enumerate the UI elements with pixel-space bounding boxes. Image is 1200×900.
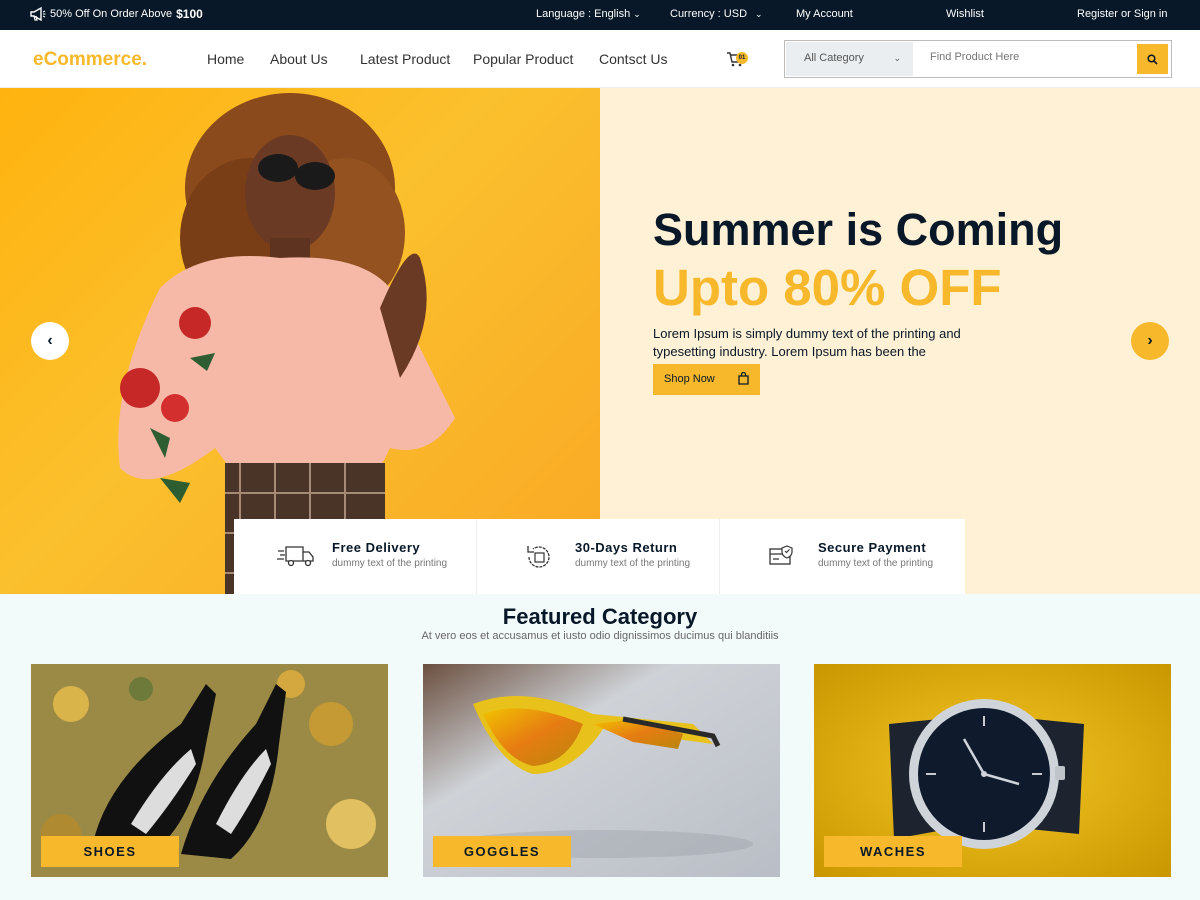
top-bar: 50% Off On Order Above $100 Language : E… bbox=[0, 0, 1200, 30]
wishlist-link[interactable]: Wishlist bbox=[946, 8, 984, 20]
megaphone-icon bbox=[30, 7, 46, 21]
hero-title: Summer is Coming bbox=[653, 204, 1064, 255]
nav-latest-product[interactable]: Latest Product bbox=[360, 51, 450, 67]
slider-prev-button[interactable]: ‹ bbox=[31, 322, 69, 360]
search-button[interactable] bbox=[1137, 44, 1168, 74]
register-signin-link[interactable]: Register or Sign in bbox=[1077, 8, 1168, 20]
nav-contact-us[interactable]: Contsct Us bbox=[599, 51, 667, 67]
featured-category-subtitle: At vero eos et accusamus et iusto odio d… bbox=[421, 630, 779, 642]
chevron-right-icon: › bbox=[1147, 332, 1153, 349]
feature-30-days-return: 30-Days Return dummy text of the printin… bbox=[477, 519, 720, 594]
cart-count-badge: 01 bbox=[736, 52, 748, 64]
features-strip: Free Delivery dummy text of the printing… bbox=[234, 519, 965, 594]
shopping-bag-icon bbox=[738, 372, 749, 385]
chevron-left-icon: ‹ bbox=[47, 332, 53, 349]
nav-popular-product[interactable]: Popular Product bbox=[473, 51, 573, 67]
search-bar: All Category ⌄ bbox=[784, 40, 1172, 78]
search-input[interactable] bbox=[930, 51, 1130, 63]
promo-banner: 50% Off On Order Above $100 bbox=[30, 7, 203, 21]
currency-select[interactable]: Currency : USD ⌄ bbox=[670, 8, 763, 20]
slider-next-button[interactable]: › bbox=[1131, 322, 1169, 360]
category-card-shoes[interactable]: SHOES bbox=[31, 664, 388, 877]
category-label-goggles: GOGGLES bbox=[433, 836, 571, 867]
search-icon bbox=[1147, 53, 1158, 65]
nav-home[interactable]: Home bbox=[207, 51, 244, 67]
featured-category-title: Featured Category bbox=[502, 604, 698, 629]
nav-about-us[interactable]: About Us bbox=[270, 51, 328, 67]
secure-payment-icon bbox=[769, 545, 793, 565]
chevron-down-icon: ⌄ bbox=[893, 53, 901, 63]
hero-description: Lorem Ipsum is simply dummy text of the … bbox=[653, 326, 961, 359]
truck-icon bbox=[277, 546, 314, 567]
promo-amount: $100 bbox=[176, 7, 203, 21]
my-account-link[interactable]: My Account bbox=[796, 8, 853, 20]
shop-now-button[interactable]: Shop Now bbox=[653, 364, 760, 395]
category-card-watches[interactable]: WACHES bbox=[814, 664, 1171, 877]
hero-content: Summer is Coming Upto 80% OFF Lorem Ipsu… bbox=[653, 203, 1133, 395]
feature-free-delivery: Free Delivery dummy text of the printing bbox=[234, 519, 477, 594]
category-select[interactable]: All Category ⌄ bbox=[786, 42, 913, 76]
chevron-down-icon: ⌄ bbox=[755, 9, 763, 19]
language-select[interactable]: Language : English ⌄ bbox=[536, 8, 641, 20]
chevron-down-icon: ⌄ bbox=[633, 9, 641, 19]
category-label-watches: WACHES bbox=[824, 836, 962, 867]
feature-secure-payment: Secure Payment dummy text of the printin… bbox=[720, 519, 963, 594]
logo[interactable]: eCommerce. bbox=[33, 49, 147, 71]
promo-text: 50% Off On Order Above bbox=[50, 8, 173, 20]
category-card-goggles[interactable]: GOGGLES bbox=[423, 664, 780, 877]
hero-subtitle: Upto 80% OFF bbox=[653, 259, 1002, 316]
category-label-shoes: SHOES bbox=[41, 836, 179, 867]
return-icon bbox=[527, 546, 550, 568]
